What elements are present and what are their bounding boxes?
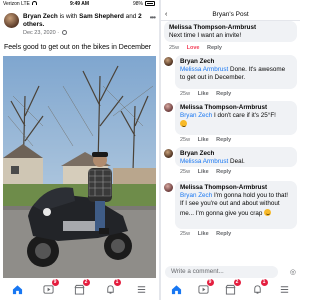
page-title: Bryan's Post [212,11,249,18]
comment-list: Melissa Thompson-Armbrust Next time I wa… [161,21,300,270]
reply-link[interactable]: Reply [216,231,231,237]
comment-bubble[interactable]: Melissa Thompson-Armbrust Bryan Zech I'm… [175,181,297,229]
comment-time: 25w [180,91,191,97]
watch-badge: 9 [206,279,214,286]
comment-author[interactable]: Melissa Thompson-Armbrust [180,184,292,192]
commenter-avatar[interactable] [164,57,173,66]
comment-author[interactable]: Bryan Zech [180,58,292,66]
comment-actions: 25w Love Reply [169,45,228,52]
love-reaction[interactable]: Love [187,45,200,51]
comment-actions: 25w Like Reply [180,91,237,98]
comment-time: 25w [169,45,180,51]
comment-time: 25w [180,231,191,237]
mention-link[interactable]: Bryan Zech [180,192,212,199]
smile-emoji-icon [180,120,187,128]
more-options-icon[interactable]: ••• [150,13,156,22]
comment-author[interactable]: Melissa Thompson-Armbrust [180,104,292,112]
back-arrow-icon[interactable]: ‹ [165,9,167,21]
menu-icon [137,285,146,293]
comment-bubble[interactable]: Melissa Thompson-Armbrust Bryan Zech I d… [175,101,297,135]
notifications-badge: 1 [113,279,121,286]
nav-home[interactable] [169,281,185,297]
commenter-avatar[interactable] [164,149,173,158]
reply-link[interactable]: Reply [207,45,222,51]
status-bar [161,0,300,9]
comment-author[interactable]: Melissa Thompson-Armbrust [169,24,292,32]
comment-bubble[interactable]: Bryan Zech Melissa Armbrust Deal. [175,147,297,167]
home-icon [171,284,182,294]
status-bar: Verizon LTE 9:49 AM 98% [0,0,159,9]
globe-icon [61,30,67,35]
nav-menu[interactable] [277,281,293,297]
bottom-nav: 9 2 1 [0,278,159,300]
nav-menu[interactable] [134,281,150,297]
author-name[interactable]: Bryan Zech [23,13,58,20]
bottom-nav: 9 2 1 [161,278,300,300]
post-text: Feels good to get out on the bikes in De… [4,44,152,51]
like-link[interactable]: Like [198,231,209,237]
watch-badge: 9 [51,279,59,286]
comment-author[interactable]: Bryan Zech [180,150,292,158]
mention-link[interactable]: Melissa Armbrust [180,158,228,165]
commenter-avatar[interactable] [164,183,173,192]
post-panel: Verizon LTE 9:49 AM 98% Bryan Zech is wi… [0,0,159,300]
reply-link[interactable]: Reply [216,91,231,97]
comment-actions: 25w Like Reply [180,231,237,238]
author-avatar[interactable] [4,13,19,28]
mention-link[interactable]: Melissa Armbrust [180,66,228,73]
and-text: and [125,13,137,20]
like-link[interactable]: Like [198,137,209,143]
title-bar: ‹ Bryan's Post [161,9,300,21]
reply-link[interactable]: Reply [216,137,231,143]
comment-bubble[interactable]: Melissa Thompson-Armbrust Next time I wa… [164,21,297,42]
tagged-person[interactable]: Sam Shepherd [79,13,124,20]
comment-bubble[interactable]: Bryan Zech Melissa Armbrust Done. It's a… [175,55,297,89]
notifications-badge: 1 [260,279,268,286]
comments-panel: ‹ Bryan's Post Melissa Thompson-Armbrust… [161,0,300,300]
post-meta: Bryan Zech is with Sam Shepherd and 2 ot… [23,13,142,36]
battery-icon [145,1,155,6]
like-link[interactable]: Like [198,91,209,97]
post-date[interactable]: Dec 23, 2020 [23,30,56,36]
with-text: is with [59,13,78,20]
camera-icon[interactable]: ◎ [290,268,296,276]
reply-link[interactable]: Reply [216,169,231,175]
post-header: Bryan Zech is with Sam Shepherd and 2 ot… [0,9,159,43]
nav-home[interactable] [10,281,26,297]
nav-watch[interactable]: 9 [196,279,214,297]
comment-actions: 25w Like Reply [180,137,237,144]
marketplace-badge: 2 [82,279,90,286]
post-photo[interactable] [3,56,156,278]
nav-notifications[interactable]: 1 [103,279,121,297]
write-comment-input[interactable]: Write a comment... [165,266,278,278]
comment-text: Next time I want an invite! [169,32,242,40]
nav-notifications[interactable]: 1 [250,279,268,297]
nav-watch[interactable]: 9 [41,279,59,297]
battery-status: 98% [133,0,155,9]
mention-link[interactable]: Bryan Zech [180,112,212,119]
comment-actions: 25w Like Reply [180,169,237,176]
nav-marketplace[interactable]: 2 [72,279,90,297]
comment-composer: Write a comment... ◎ [161,266,300,278]
comment-time: 25w [180,169,191,175]
comment-text: I don't care if it's 25°F! [212,112,276,120]
laugh-emoji-icon [264,208,272,216]
home-icon [12,284,23,294]
comment-text: Deal. [228,158,245,166]
comment-time: 25w [180,137,191,143]
motorcycle-photo [3,56,156,278]
marketplace-badge: 2 [233,279,241,286]
like-link[interactable]: Like [198,169,209,175]
commenter-avatar[interactable] [164,103,173,112]
nav-marketplace[interactable]: 2 [223,279,241,297]
menu-icon [280,285,289,293]
